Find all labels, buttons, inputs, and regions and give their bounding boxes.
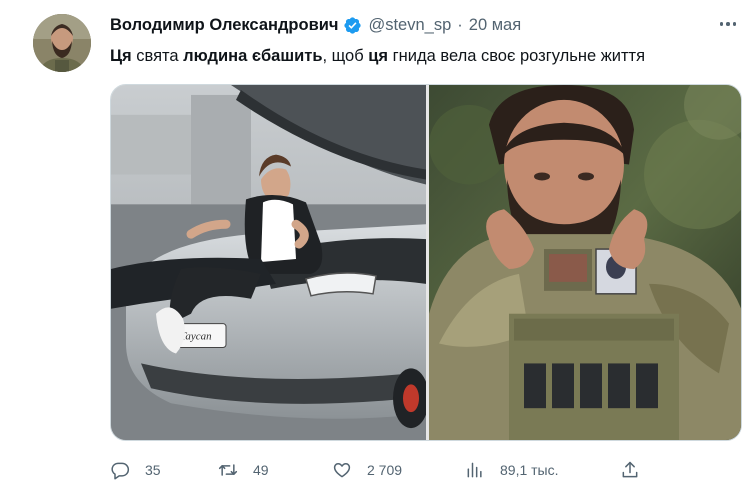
tweet-text-segment: свята: [131, 47, 184, 65]
tweet[interactable]: Володимир Олександрович @stevn_sp · 20 м…: [0, 0, 747, 504]
retweet-button[interactable]: 49: [218, 458, 269, 482]
separator-dot: ·: [457, 15, 463, 34]
retweet-icon: [218, 464, 238, 476]
views-icon: [467, 462, 482, 478]
views-count: 89,1 тыс.: [500, 462, 559, 478]
share-icon: [622, 461, 638, 478]
reply-button[interactable]: 35: [110, 458, 161, 482]
tweet-media: Taycan: [110, 84, 742, 441]
tweet-date[interactable]: 20 мая: [469, 16, 521, 35]
reply-count: 35: [145, 462, 161, 478]
views-button[interactable]: 89,1 тыс.: [465, 458, 559, 482]
photo-man-on-sports-car: Taycan: [111, 85, 426, 440]
more-options-icon[interactable]: [716, 14, 740, 34]
avatar[interactable]: [33, 14, 91, 72]
tweet-text-segment: людина єбашить: [183, 47, 323, 65]
reply-icon: [111, 462, 130, 480]
media-image-left[interactable]: Taycan: [111, 85, 426, 440]
retweet-count: 49: [253, 462, 269, 478]
tweet-text-segment: гнида вела своє розгульне життя: [388, 47, 646, 65]
user-handle[interactable]: @stevn_sp: [368, 16, 451, 35]
photo-bearded-soldier: [429, 85, 741, 440]
avatar-photo: [33, 14, 91, 72]
tweet-text: Ця свята людина єбашить, щоб ця гнида ве…: [110, 44, 645, 68]
svg-text:Taycan: Taycan: [180, 331, 212, 343]
tweet-text-segment: ця: [368, 47, 389, 65]
tweet-header: Володимир Олександрович @stevn_sp · 20 м…: [110, 12, 521, 38]
action-bar: 35 49 2 709 89,1 тыс.: [110, 458, 746, 482]
like-icon: [333, 463, 351, 478]
media-image-right[interactable]: [429, 85, 741, 440]
tweet-text-segment: , щоб: [322, 47, 369, 65]
like-button[interactable]: 2 709: [332, 458, 402, 482]
verified-badge-icon[interactable]: [343, 16, 362, 35]
share-button[interactable]: [620, 458, 640, 482]
tweet-text-segment: Ця: [110, 47, 132, 65]
display-name[interactable]: Володимир Олександрович: [110, 16, 338, 35]
like-count: 2 709: [367, 462, 403, 478]
